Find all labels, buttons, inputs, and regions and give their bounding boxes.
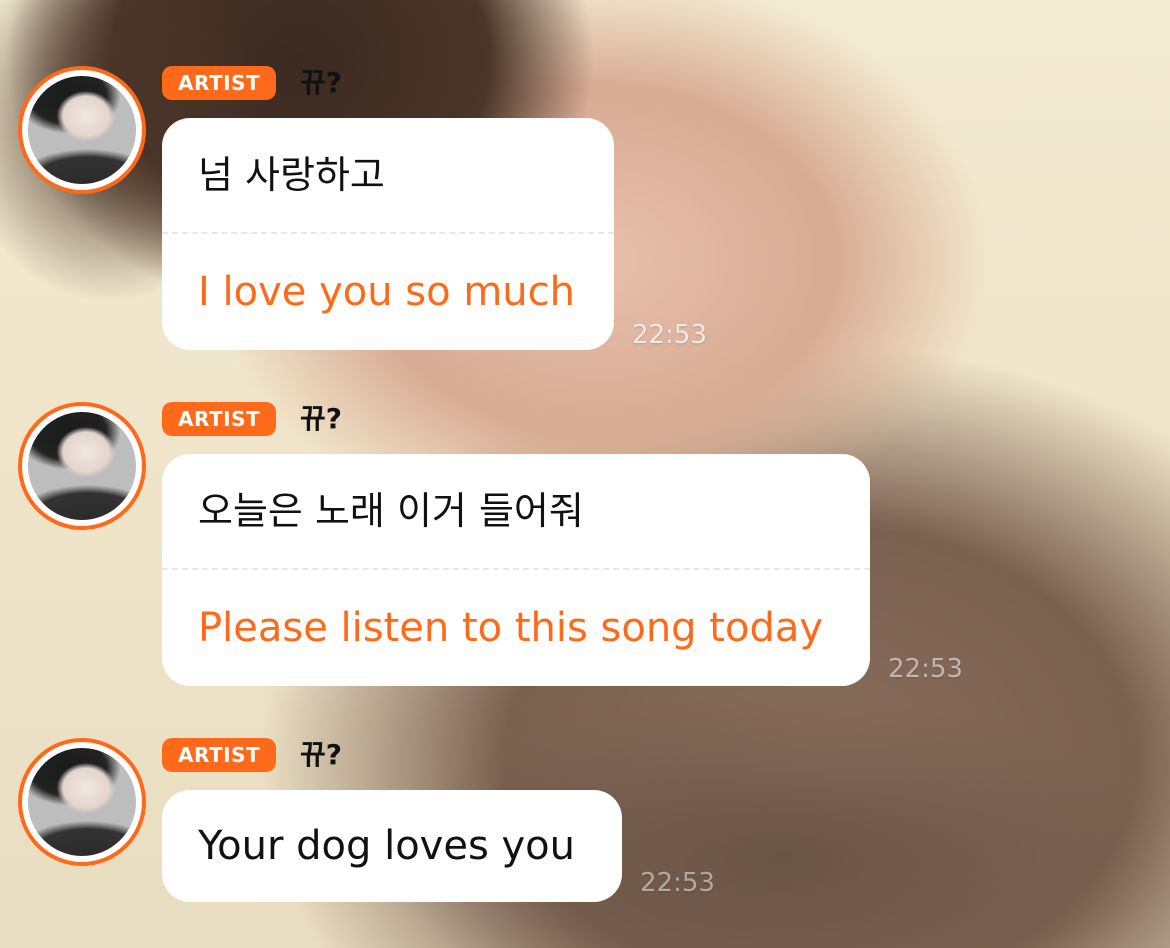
translated-text: I love you so much — [198, 269, 575, 315]
message-bubble[interactable]: 오늘은 노래 이거 들어줘 Please listen to this song… — [162, 454, 870, 686]
avatar-image — [28, 748, 136, 856]
message-time: 22:53 — [640, 868, 715, 898]
message-text: Your dog loves you — [198, 823, 575, 869]
message-text: 오늘은 노래 이거 들어줘 — [198, 489, 584, 533]
sender-name: 뀨? — [300, 66, 343, 99]
avatar-image — [28, 412, 136, 520]
message-bubble[interactable]: Your dog loves you — [162, 790, 622, 902]
avatar[interactable] — [18, 738, 146, 866]
sender-name: 뀨? — [300, 402, 343, 435]
avatar[interactable] — [18, 66, 146, 194]
message-time: 22:53 — [632, 320, 707, 350]
translated-text: Please listen to this song today — [198, 605, 824, 651]
artist-badge: ARTIST — [162, 402, 277, 436]
artist-badge: ARTIST — [162, 738, 277, 772]
artist-badge: ARTIST — [162, 66, 277, 100]
avatar[interactable] — [18, 402, 146, 530]
sender-name: 뀨? — [300, 738, 343, 771]
message-time: 22:53 — [888, 654, 963, 684]
avatar-image — [28, 76, 136, 184]
message-text: 넘 사랑하고 — [198, 153, 385, 197]
message-bubble[interactable]: 넘 사랑하고 I love you so much — [162, 118, 614, 350]
